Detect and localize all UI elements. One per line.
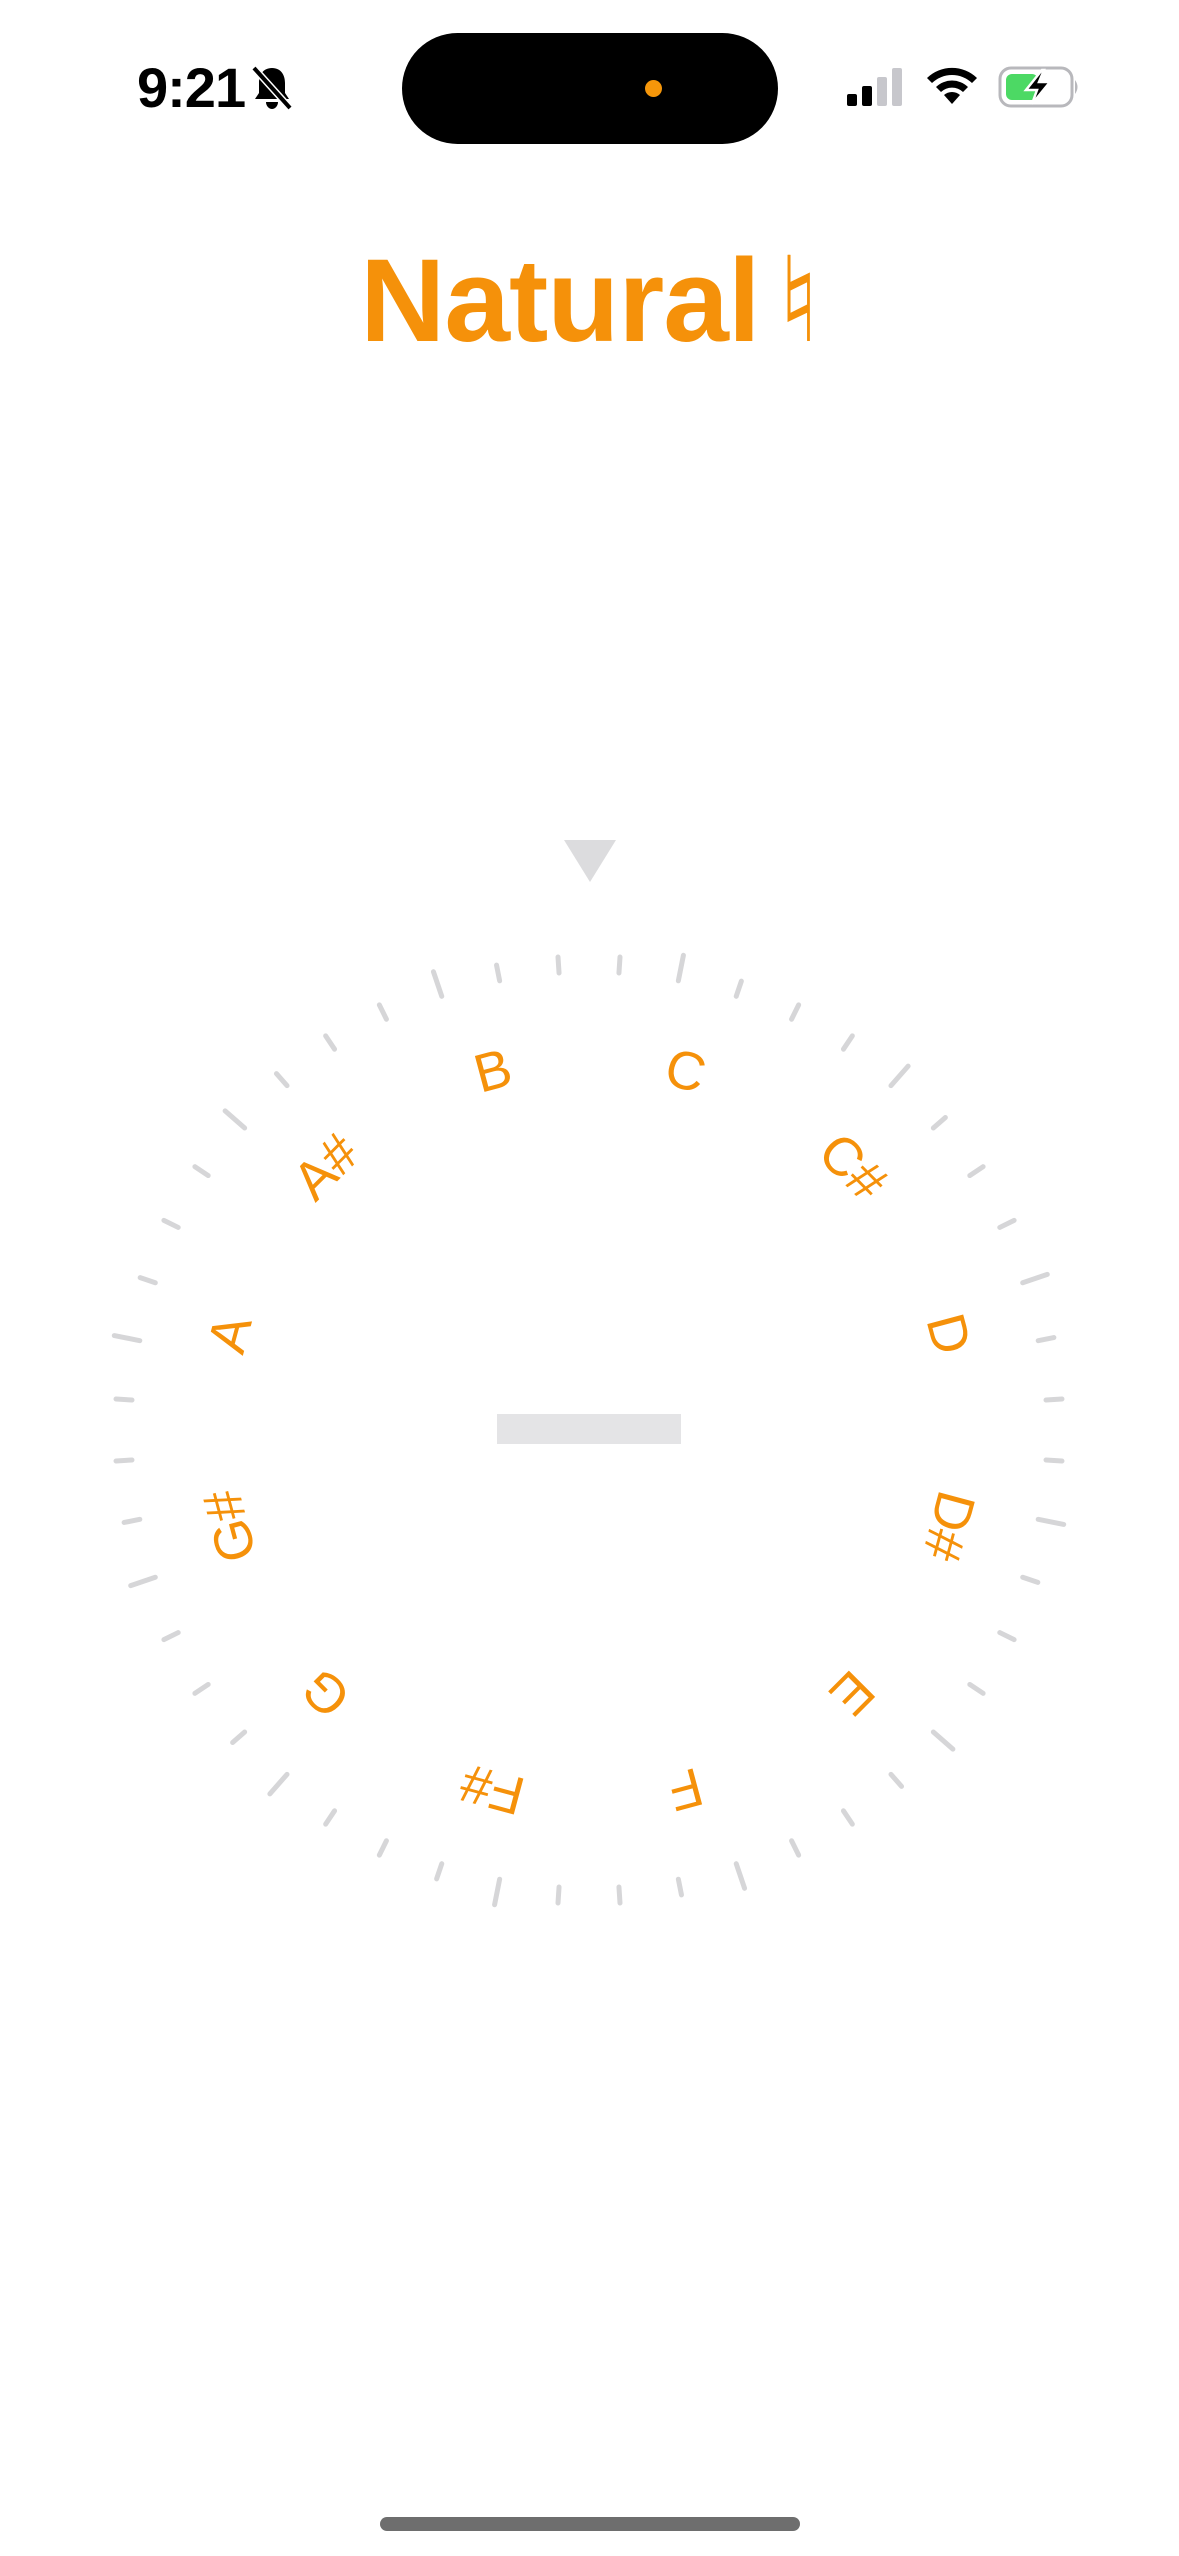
dial-tick [192, 1164, 211, 1179]
dial-tick [494, 962, 503, 984]
dial-tick [840, 1033, 855, 1052]
status-time: 9:21 [137, 56, 246, 119]
dial-tick [1043, 1396, 1065, 1403]
home-indicator[interactable] [380, 2517, 800, 2531]
battery-charging-icon [998, 66, 1078, 108]
dial-tick [997, 1630, 1017, 1643]
natural-sign-symbol: ♮ [777, 235, 820, 367]
dial-tick [675, 1876, 684, 1898]
app-title: Natural ♮ [0, 236, 1179, 366]
dial-tick [1020, 1574, 1041, 1585]
cellular-signal-icon [847, 68, 902, 106]
dial-tick [930, 1114, 948, 1131]
dial-tick [273, 1071, 290, 1089]
dial-tick [323, 1033, 338, 1052]
dynamic-island [402, 33, 778, 144]
privacy-indicator-dot [645, 80, 662, 97]
dial-tick [111, 1333, 143, 1344]
dial-tick [789, 1002, 802, 1022]
dial-tick [1020, 1271, 1050, 1286]
dial-tick [323, 1808, 338, 1827]
dial-tick [1035, 1516, 1067, 1527]
dial-tick [1043, 1457, 1065, 1464]
dial-tick [888, 1771, 905, 1789]
dial-tick [555, 954, 562, 976]
dial-tick [967, 1164, 986, 1179]
dial-tick [967, 1681, 986, 1696]
dial-tick [121, 1516, 143, 1525]
app-title-text: Natural [360, 235, 761, 367]
dial-tick [1035, 1335, 1057, 1344]
dial-tick [840, 1808, 855, 1827]
dial-tick [733, 978, 744, 999]
dial-tick [137, 1275, 158, 1286]
dial-tick [161, 1630, 181, 1643]
dial-ticks [111, 952, 1067, 1908]
dial-tick [888, 1063, 911, 1089]
dial-tick [222, 1108, 248, 1131]
dial-tick [492, 1876, 503, 1908]
dial-tick [789, 1838, 802, 1858]
dial-tick [267, 1771, 290, 1797]
dial-tick [434, 1861, 445, 1882]
bell-slash-icon [251, 65, 293, 111]
dial-tick [230, 1729, 248, 1746]
dial-tick [930, 1729, 956, 1752]
dial-tick [128, 1574, 158, 1589]
dial-tick [997, 1217, 1017, 1230]
dial-tick [113, 1396, 135, 1403]
tuner-dial: C C# D D# E F F# G G# A A# B [0, 820, 1179, 1920]
status-bar: 9:21 [0, 0, 1179, 180]
dial-tick [430, 969, 445, 999]
dial-tick [161, 1217, 181, 1230]
dial-tick [616, 954, 623, 976]
dial-tick [113, 1457, 135, 1464]
wifi-icon [927, 67, 977, 104]
dial-tick [376, 1002, 389, 1022]
dial-tick [675, 952, 686, 984]
dial-tick [555, 1884, 562, 1906]
dial-tick [376, 1838, 389, 1858]
dial-tick [733, 1861, 748, 1891]
pitch-reading-bar [497, 1414, 681, 1444]
dial-tick [192, 1681, 211, 1696]
dial-tick [616, 1884, 623, 1906]
